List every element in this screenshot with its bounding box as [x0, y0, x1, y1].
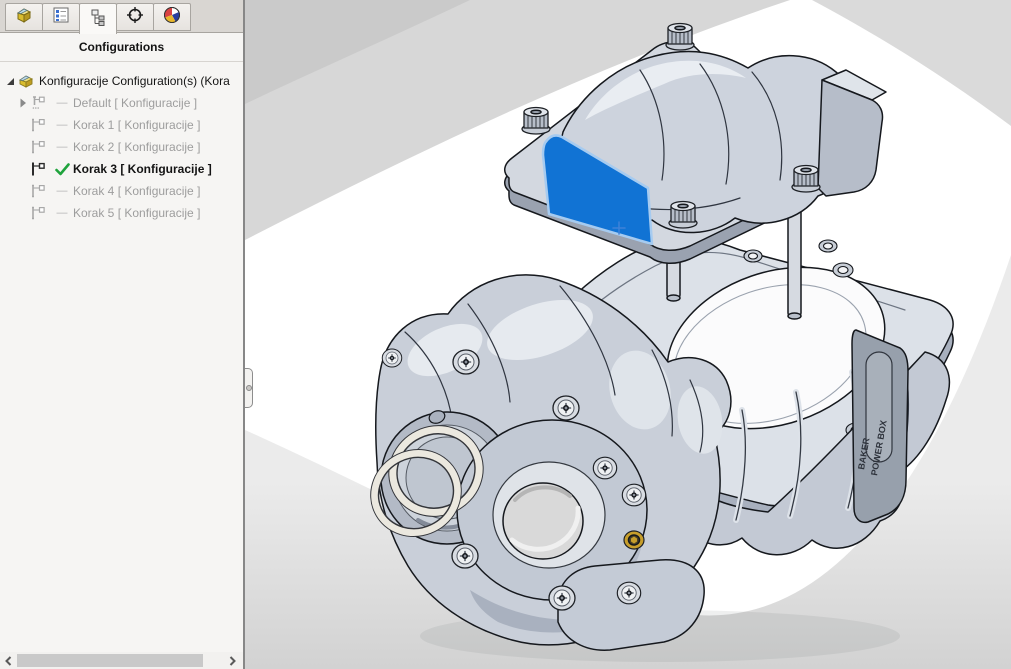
graphics-viewport[interactable]: BAKER POWER BOX [245, 0, 1011, 669]
expand-collapse-icon[interactable] [4, 77, 17, 86]
knurled-screw [522, 108, 550, 135]
expand-collapse-icon[interactable] [16, 98, 29, 108]
socket-screw [593, 457, 616, 479]
socket-screw [617, 582, 640, 604]
config-flag-icon [30, 183, 48, 199]
config-row-korak5[interactable]: — Korak 5 [ Konfiguracije ] [0, 202, 243, 224]
config-root-label[interactable]: Konfiguracije Configuration(s) (Kora [39, 74, 230, 88]
propertymanager-icon [51, 5, 71, 30]
derived-config-icon [30, 95, 48, 111]
suppress-dash: — [51, 141, 73, 153]
config-root-row[interactable]: Konfiguracije Configuration(s) (Kora [0, 70, 243, 92]
panel-splitter[interactable] [243, 0, 245, 669]
tab-dimxpertmanager[interactable] [116, 3, 154, 31]
socket-screw [549, 586, 575, 610]
scroll-left-button[interactable] [0, 652, 16, 669]
configurationmanager-icon [88, 7, 108, 32]
featuremanager-tree-icon [14, 5, 34, 30]
scroll-right-button[interactable] [224, 652, 240, 669]
knurled-screw [792, 166, 820, 193]
config-row-korak1[interactable]: — Korak 1 [ Konfiguracije ] [0, 114, 243, 136]
config-flag-icon [30, 139, 48, 155]
configuration-tree: Konfiguracije Configuration(s) (Kora — D… [0, 62, 243, 224]
config-row-korak2[interactable]: — Korak 2 [ Konfiguracije ] [0, 136, 243, 158]
knurled-screw [669, 202, 697, 229]
solidworks-window: { "panel": { "tabs": [ {"icon": "feature… [0, 0, 1011, 669]
tab-featuremanager[interactable] [5, 3, 43, 31]
splitter-grip-dot [246, 385, 252, 391]
socket-screw [622, 484, 645, 506]
config-flag-icon [30, 205, 48, 221]
config-row-korak4[interactable]: — Korak 4 [ Konfiguracije ] [0, 180, 243, 202]
config-row-korak3-active[interactable]: Korak 3 [ Konfiguracije ] [0, 158, 243, 180]
config-row-default[interactable]: — Default [ Konfiguracije ] [0, 92, 243, 114]
suppress-dash: — [51, 97, 73, 109]
manager-tab-bar [0, 0, 243, 33]
tab-propertymanager[interactable] [42, 3, 80, 31]
displaymanager-icon [162, 5, 182, 30]
viewport-canvas[interactable]: BAKER POWER BOX [245, 0, 1011, 669]
horizontal-scrollbar[interactable] [0, 652, 243, 669]
config-flag-icon-active [30, 161, 48, 177]
splitter-handle[interactable] [245, 368, 253, 408]
suppress-dash: — [51, 185, 73, 197]
config-label[interactable]: Default [ Konfiguracije ] [73, 96, 197, 110]
socket-screw [553, 396, 579, 420]
config-label[interactable]: Korak 3 [ Konfiguracije ] [73, 162, 212, 176]
active-config-check-icon [51, 163, 73, 176]
socket-screw [452, 544, 478, 568]
gold-plug [624, 531, 644, 549]
dimxpertmanager-icon [125, 5, 145, 30]
socket-screw [453, 350, 479, 374]
config-label[interactable]: Korak 5 [ Konfiguracije ] [73, 206, 200, 220]
config-flag-icon [30, 117, 48, 133]
suppress-dash: — [51, 207, 73, 219]
configurations-root-icon [18, 73, 36, 89]
config-label[interactable]: Korak 1 [ Konfiguracije ] [73, 118, 200, 132]
tab-displaymanager[interactable] [153, 3, 191, 31]
scrollbar-thumb[interactable] [17, 654, 203, 667]
panel-title: Configurations [0, 33, 243, 62]
knurled-screw [666, 24, 694, 51]
socket-screw [382, 349, 402, 367]
config-label[interactable]: Korak 4 [ Konfiguracije ] [73, 184, 200, 198]
config-label[interactable]: Korak 2 [ Konfiguracije ] [73, 140, 200, 154]
suppress-dash: — [51, 119, 73, 131]
tab-configurationmanager[interactable] [79, 3, 117, 34]
configuration-manager-panel: Configurations Konfiguracije Configurati… [0, 0, 243, 669]
